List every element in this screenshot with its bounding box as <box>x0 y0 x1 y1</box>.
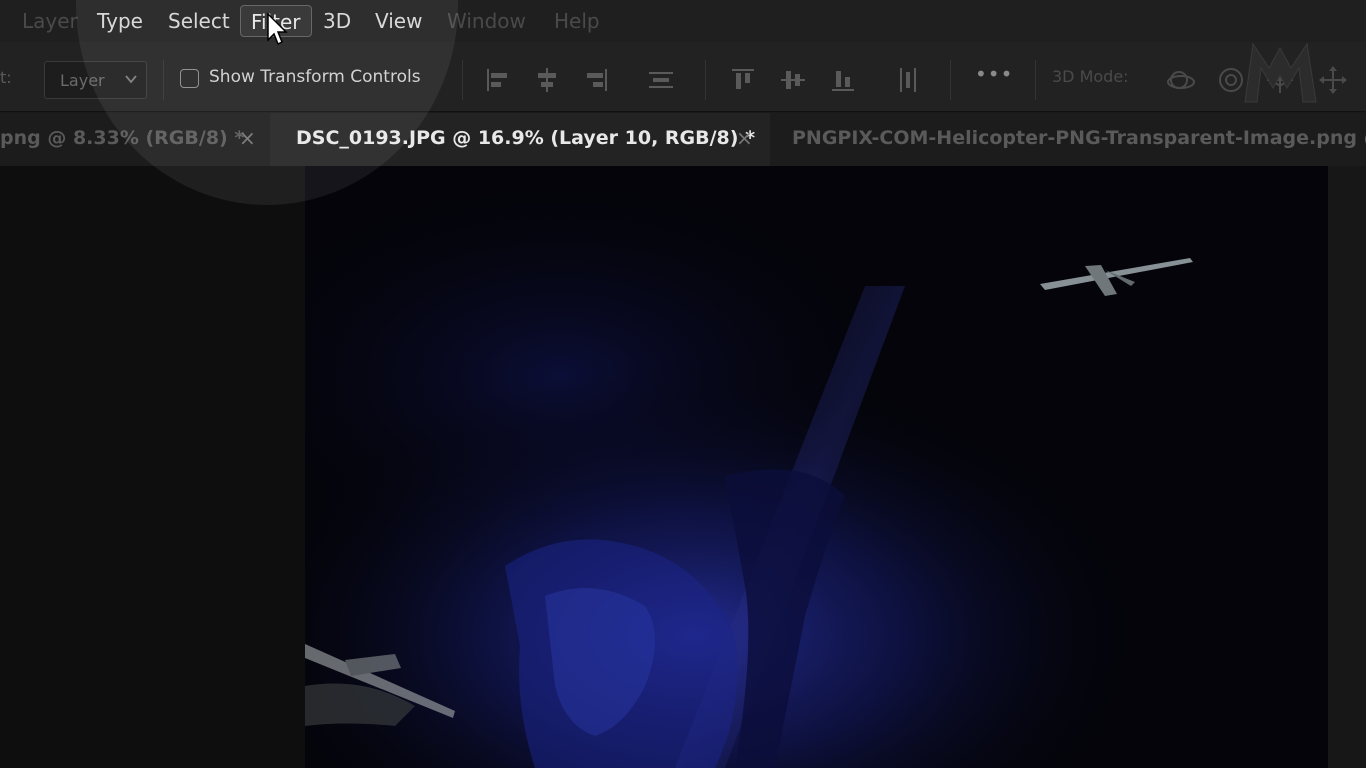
close-icon[interactable]: × <box>736 113 753 163</box>
divider <box>1035 60 1036 100</box>
align-bottom-edges-icon[interactable] <box>827 64 859 96</box>
auto-select-dropdown[interactable]: Layer <box>44 61 147 99</box>
menu-select[interactable]: Select <box>158 5 240 37</box>
menu-3d[interactable]: 3D <box>313 5 361 37</box>
tab-label: png @ 8.33% (RGB/8) * <box>0 127 245 149</box>
close-icon[interactable]: × <box>239 113 256 163</box>
menu-layer[interactable]: Layer <box>12 5 88 37</box>
menu-type[interactable]: Type <box>87 5 153 37</box>
divider <box>462 60 463 100</box>
show-transform-label[interactable]: Show Transform Controls <box>209 67 421 87</box>
divider <box>163 60 164 100</box>
align-right-edges-icon[interactable] <box>580 64 612 96</box>
tab-document-1[interactable]: png @ 8.33% (RGB/8) * × <box>0 113 270 166</box>
align-vertical-centers-icon[interactable] <box>777 64 809 96</box>
workspace <box>0 166 1366 768</box>
mouse-pointer-icon <box>267 12 288 46</box>
orbit-3d-icon[interactable] <box>1165 64 1197 96</box>
chevron-down-icon <box>125 75 137 84</box>
right-panel-edge <box>1328 166 1366 768</box>
slide-3d-icon[interactable] <box>1317 64 1349 96</box>
document-tab-bar: png @ 8.33% (RGB/8) * × DSC_0193.JPG @ 1… <box>0 113 1366 166</box>
distribute-horizontal-icon[interactable] <box>892 64 924 96</box>
divider <box>705 60 706 100</box>
tab-document-3[interactable]: PNGPIX-COM-Helicopter-PNG-Transparent-Im… <box>770 113 1366 166</box>
menu-help[interactable]: Help <box>544 5 610 37</box>
canvas-image <box>305 166 1328 768</box>
more-options-button[interactable]: ••• <box>975 62 1013 86</box>
align-horizontal-centers-icon[interactable] <box>531 64 563 96</box>
options-bar: t: Layer Show Transform Controls ••• 3D … <box>0 42 1366 112</box>
menu-bar: Layer Type Select Filter 3D View Window … <box>0 0 1366 42</box>
watermark-logo-icon <box>1244 42 1317 103</box>
align-left-edges-icon[interactable] <box>482 64 514 96</box>
tab-label: PNGPIX-COM-Helicopter-PNG-Transparent-Im… <box>792 127 1366 149</box>
menu-view[interactable]: View <box>365 5 432 37</box>
show-transform-checkbox[interactable] <box>180 69 199 88</box>
3d-mode-label: 3D Mode: <box>1052 67 1129 86</box>
auto-select-value: Layer <box>60 71 105 90</box>
auto-select-target-label: t: <box>0 68 12 87</box>
tab-document-2[interactable]: DSC_0193.JPG @ 16.9% (Layer 10, RGB/8) *… <box>270 113 770 166</box>
distribute-icon[interactable] <box>645 64 677 96</box>
document-canvas[interactable] <box>305 166 1328 768</box>
tab-label: DSC_0193.JPG @ 16.9% (Layer 10, RGB/8) * <box>296 127 756 149</box>
align-top-edges-icon[interactable] <box>727 64 759 96</box>
divider <box>950 60 951 100</box>
menu-window[interactable]: Window <box>437 5 536 37</box>
